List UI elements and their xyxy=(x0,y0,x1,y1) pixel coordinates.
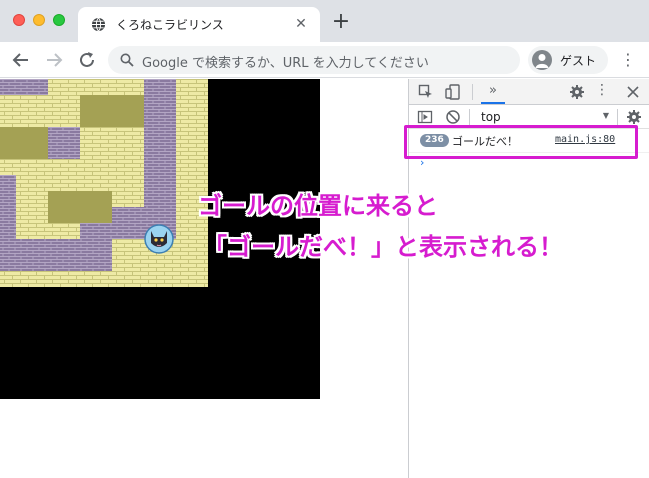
device-toolbar-icon[interactable] xyxy=(445,84,461,100)
tab-kuroneko-labyrinth[interactable]: くろねこラビリンス ✕ xyxy=(78,7,320,42)
javascript-context-select[interactable]: top ▼ xyxy=(473,109,611,126)
callout-highlight-box xyxy=(404,125,638,159)
dropdown-arrow-icon: ▼ xyxy=(602,111,609,120)
minimize-window-button[interactable] xyxy=(33,14,45,26)
inspect-element-icon[interactable] xyxy=(418,84,434,100)
new-tab-button[interactable]: + xyxy=(331,11,351,33)
console-settings-gear-icon[interactable] xyxy=(626,109,642,125)
tab-strip: くろねこラビリンス ✕ + xyxy=(0,0,649,42)
black-cat-sprite xyxy=(144,224,174,254)
context-value: top xyxy=(481,110,501,124)
browser-window: くろねこラビリンス ✕ + Google で検索するか、URL を入力してくださ… xyxy=(0,0,649,478)
browser-toolbar: Google で検索するか、URL を入力してください ゲスト ⋮ xyxy=(0,42,649,78)
annotation-text-2: 「ゴールだべ！」と表示される！ xyxy=(203,233,563,261)
toolbar-divider xyxy=(472,84,473,100)
console-toolbar-divider xyxy=(469,109,470,125)
annotation-line-1: ゴールの位置に来ると xyxy=(198,186,438,221)
more-panels-chevron-icon[interactable]: » xyxy=(481,79,505,104)
close-devtools-icon[interactable] xyxy=(625,84,641,100)
address-placeholder: Google で検索するか、URL を入力してください xyxy=(142,56,429,71)
reload-icon[interactable] xyxy=(76,49,98,71)
page-viewport xyxy=(0,79,408,478)
search-icon xyxy=(120,53,134,67)
fullscreen-window-button[interactable] xyxy=(53,14,65,26)
close-window-button[interactable] xyxy=(13,14,25,26)
profile-label: ゲスト xyxy=(560,54,597,68)
annotation-line-2: 「ゴールだべ！」と表示される！ xyxy=(203,227,563,262)
globe-icon xyxy=(91,17,106,32)
sidebar-toggle-icon[interactable] xyxy=(417,109,433,125)
more-menu-icon[interactable]: ⋮ xyxy=(620,50,636,70)
clear-console-icon[interactable] xyxy=(445,109,461,125)
more-options-icon[interactable]: ⋮ xyxy=(595,82,609,98)
forward-arrow-icon[interactable] xyxy=(43,49,65,71)
address-bar[interactable]: Google で検索するか、URL を入力してください xyxy=(108,46,520,74)
tab-title: くろねこラビリンス xyxy=(116,18,224,32)
console-toolbar-divider-2 xyxy=(617,109,618,125)
back-arrow-icon[interactable] xyxy=(10,49,32,71)
devtools-tabbar: » ⋮ xyxy=(409,79,649,105)
tab-close-icon[interactable]: ✕ xyxy=(292,15,310,33)
profile-button[interactable]: ゲスト xyxy=(528,46,608,74)
settings-gear-icon[interactable] xyxy=(569,84,585,100)
guest-avatar-icon xyxy=(532,50,552,70)
annotation-text-1: ゴールの位置に来ると xyxy=(198,192,438,220)
